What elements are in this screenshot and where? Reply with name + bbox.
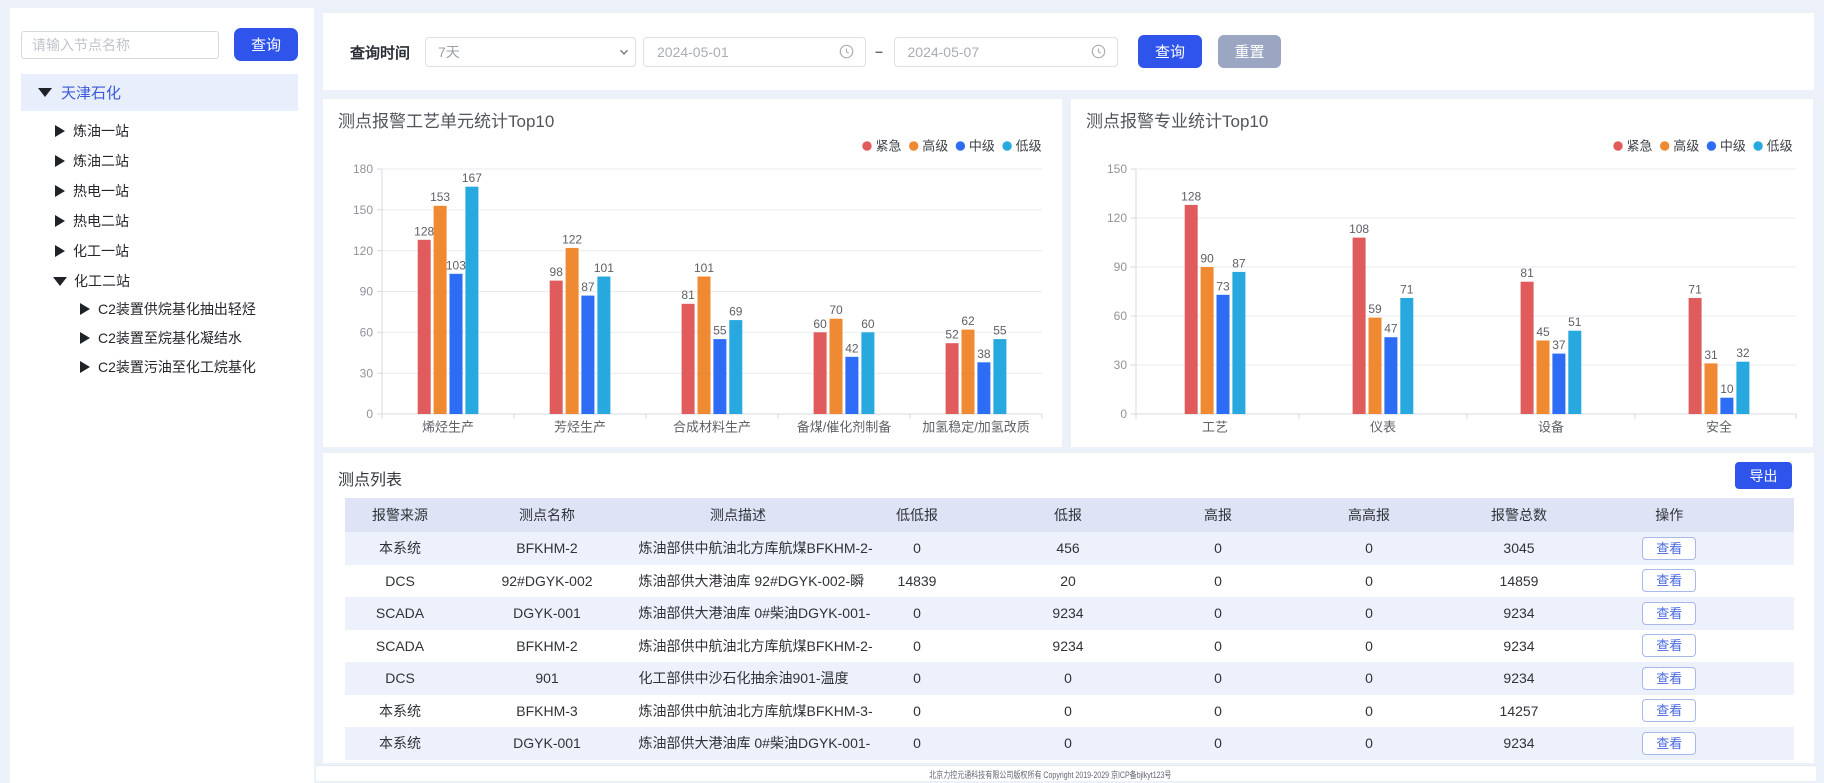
svg-text:122: 122 [562,232,582,246]
svg-text:90: 90 [360,285,374,299]
svg-text:71: 71 [1400,283,1414,297]
svg-text:备煤/催化剂制备: 备煤/催化剂制备 [797,420,892,435]
svg-text:42: 42 [845,341,859,355]
svg-text:60: 60 [360,326,374,340]
svg-text:低级: 低级 [1016,139,1042,154]
svg-text:150: 150 [353,203,373,217]
svg-text:52: 52 [945,328,959,342]
svg-text:0: 0 [366,407,373,421]
svg-text:62: 62 [961,314,975,328]
svg-text:芳烃生产: 芳烃生产 [554,420,606,435]
svg-text:47: 47 [1384,322,1398,336]
svg-text:高级: 高级 [1673,139,1699,154]
svg-text:90: 90 [1114,260,1128,274]
svg-text:32: 32 [1736,346,1750,360]
svg-text:167: 167 [462,171,482,185]
svg-text:81: 81 [1520,266,1534,280]
svg-text:低级: 低级 [1767,139,1793,154]
svg-text:101: 101 [594,261,614,275]
svg-text:59: 59 [1368,302,1382,316]
svg-text:81: 81 [681,288,695,302]
svg-text:45: 45 [1536,325,1550,339]
svg-text:73: 73 [1216,279,1230,293]
svg-text:153: 153 [430,190,450,204]
svg-text:安全: 安全 [1706,420,1732,435]
svg-text:10: 10 [1720,382,1734,396]
svg-text:中级: 中级 [1720,139,1746,154]
svg-text:120: 120 [1107,211,1127,225]
svg-text:60: 60 [1114,309,1128,323]
svg-text:仪表: 仪表 [1370,420,1396,435]
svg-text:101: 101 [694,261,714,275]
svg-text:128: 128 [414,224,434,238]
svg-text:90: 90 [1200,252,1214,266]
svg-text:55: 55 [993,324,1007,338]
svg-text:中级: 中级 [969,139,995,154]
svg-text:30: 30 [1114,358,1128,372]
svg-text:60: 60 [861,317,875,331]
svg-text:150: 150 [1107,162,1127,176]
svg-text:69: 69 [729,305,743,319]
svg-text:38: 38 [977,347,991,361]
svg-text:87: 87 [581,280,595,294]
svg-text:加氢稳定/加氢改质: 加氢稳定/加氢改质 [922,420,1030,435]
svg-text:高级: 高级 [922,139,948,154]
svg-text:71: 71 [1688,283,1702,297]
svg-text:0: 0 [1120,407,1127,421]
svg-text:测点报警专业统计Top10: 测点报警专业统计Top10 [1086,112,1268,131]
svg-text:设备: 设备 [1538,420,1564,435]
svg-text:60: 60 [813,317,827,331]
svg-text:103: 103 [446,258,466,272]
svg-text:128: 128 [1181,189,1201,203]
svg-text:98: 98 [550,265,564,279]
svg-text:108: 108 [1349,222,1369,236]
svg-text:测点报警工艺单元统计Top10: 测点报警工艺单元统计Top10 [338,112,554,131]
svg-text:30: 30 [360,366,374,380]
svg-text:31: 31 [1704,348,1718,362]
svg-text:180: 180 [353,162,373,176]
svg-text:紧急: 紧急 [1627,139,1653,154]
svg-text:工艺: 工艺 [1202,420,1228,435]
svg-text:合成材料生产: 合成材料生产 [673,420,751,435]
svg-text:37: 37 [1552,338,1566,352]
svg-text:70: 70 [829,303,843,317]
svg-text:紧急: 紧急 [876,139,902,154]
svg-text:120: 120 [353,244,373,258]
svg-text:51: 51 [1568,315,1582,329]
svg-text:87: 87 [1232,256,1246,270]
svg-text:55: 55 [713,324,727,338]
svg-text:烯烃生产: 烯烃生产 [422,420,474,435]
